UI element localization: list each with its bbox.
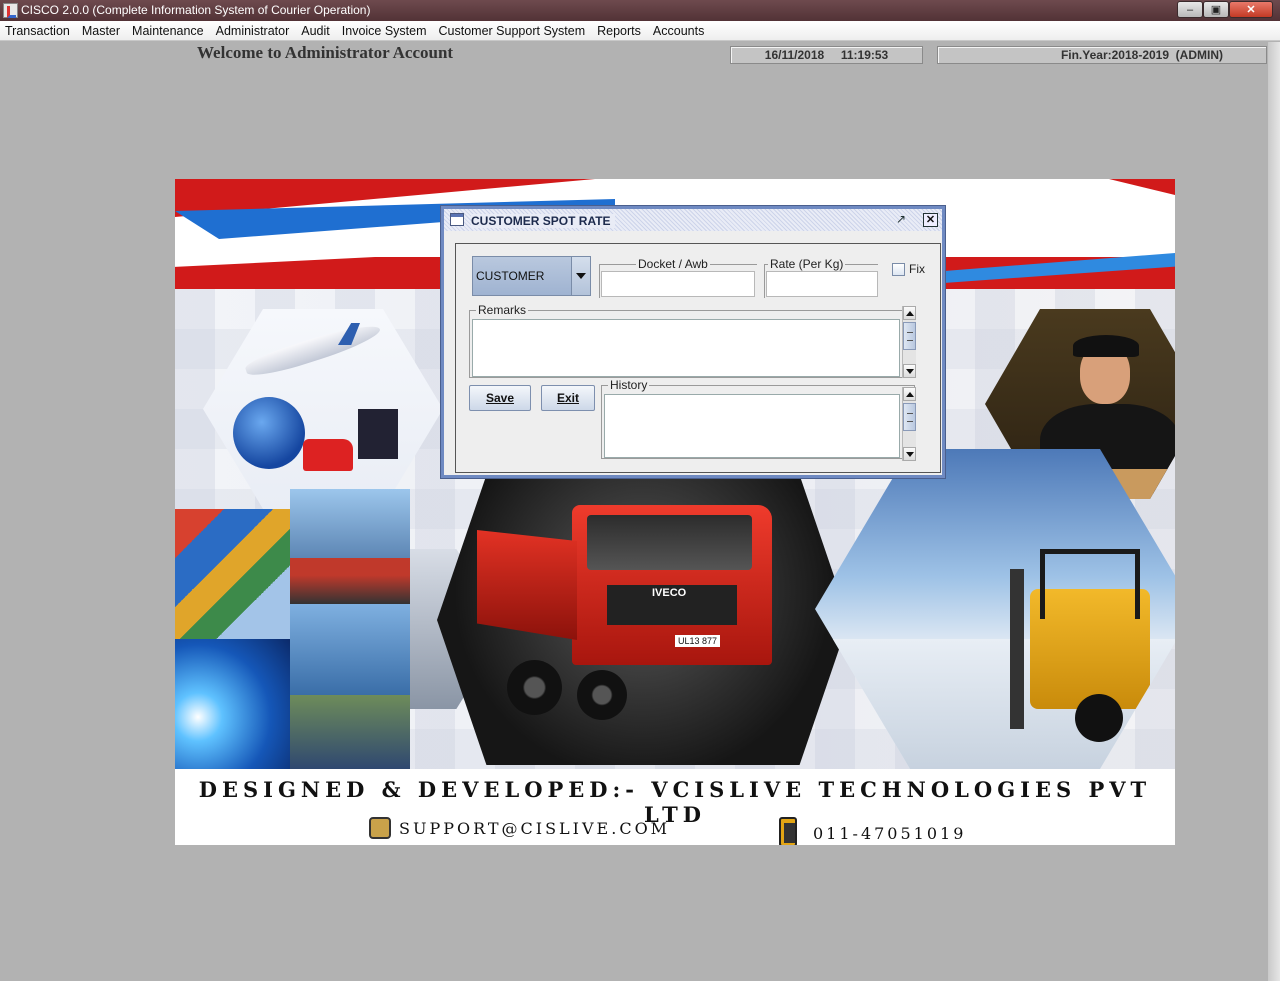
fix-checkbox-box[interactable] xyxy=(892,263,905,276)
history-group: History xyxy=(601,378,915,459)
remarks-textarea[interactable] xyxy=(472,319,900,377)
window-titlebar: CISCO 2.0.0 (Complete Information System… xyxy=(0,0,1280,21)
scroll-up-icon[interactable] xyxy=(903,306,916,320)
window-controls: – ▣ ✕ xyxy=(1177,1,1273,18)
truck-brand: IVECO xyxy=(652,587,687,599)
scroll-thumb[interactable] xyxy=(903,403,916,431)
developer-credit: DESIGNED & DEVELOPED:- VCISLIVE TECHNOLO… xyxy=(198,777,1152,827)
docket-awb-group: Docket / Awb xyxy=(599,257,757,298)
support-email: SUPPORT@CISLIVE.COM xyxy=(399,819,671,838)
truck-windshield xyxy=(587,515,752,570)
datetime-display: 16/11/2018 11:19:53 xyxy=(730,46,923,64)
rate-per-kg-input[interactable] xyxy=(766,271,878,297)
dialog-title: CUSTOMER SPOT RATE xyxy=(471,214,615,228)
docket-awb-label: Docket / Awb xyxy=(636,257,710,271)
restore-icon[interactable]: ↗ xyxy=(896,212,906,226)
fix-checkbox-label: Fix xyxy=(909,262,925,276)
van-shape xyxy=(303,439,353,471)
remarks-scrollbar[interactable] xyxy=(902,306,916,378)
menu-accounts[interactable]: Accounts xyxy=(647,21,710,41)
history-scrollbar[interactable] xyxy=(902,387,916,461)
remarks-group: Remarks xyxy=(469,303,915,378)
menu-administrator[interactable]: Administrator xyxy=(210,21,296,41)
remarks-label: Remarks xyxy=(476,303,529,317)
save-button[interactable]: Save xyxy=(469,385,531,411)
red-truck-hex: IVECO UL13 877 xyxy=(437,475,849,765)
frame-icon xyxy=(450,213,464,226)
support-email-row: SUPPORT@CISLIVE.COM xyxy=(369,817,670,839)
crane-ship xyxy=(290,489,410,604)
scroll-down-icon[interactable] xyxy=(903,364,916,378)
menu-transaction[interactable]: Transaction xyxy=(0,21,76,41)
close-icon: ✕ xyxy=(1246,4,1256,16)
save-button-label: Save xyxy=(485,391,515,405)
dialog-titlebar[interactable]: CUSTOMER SPOT RATE ↗ ✕ xyxy=(444,209,942,231)
customer-combo[interactable]: CUSTOMER xyxy=(472,256,591,296)
support-phone-row: 011-47051019 xyxy=(779,817,966,845)
phone-icon xyxy=(779,817,797,845)
maximize-icon: ▣ xyxy=(1210,4,1222,16)
rate-group: Rate (Per Kg) xyxy=(764,257,878,298)
dialog-close-button[interactable]: ✕ xyxy=(923,213,938,227)
welcome-heading: Welcome to Administrator Account xyxy=(197,43,454,62)
menu-customer-support-system[interactable]: Customer Support System xyxy=(433,21,592,41)
fix-checkbox[interactable]: Fix xyxy=(892,262,925,276)
menu-reports[interactable]: Reports xyxy=(591,21,647,41)
scroll-thumb[interactable] xyxy=(903,322,916,350)
minimize-icon: – xyxy=(1186,3,1194,16)
chevron-down-icon[interactable] xyxy=(571,257,590,295)
truck-plate: UL13 877 xyxy=(675,635,721,647)
truck-shape xyxy=(358,409,398,459)
menu-audit[interactable]: Audit xyxy=(295,21,336,41)
globe-shape xyxy=(233,397,305,469)
fin-year-display: Fin.Year:2018-2019 (ADMIN) xyxy=(937,46,1267,64)
container-yard xyxy=(175,509,290,639)
customer-spot-rate-dialog: CUSTOMER SPOT RATE ↗ ✕ CUSTOMER Docket /… xyxy=(441,206,945,478)
courier-cap xyxy=(1073,335,1139,357)
menu-invoice-system[interactable]: Invoice System xyxy=(336,21,433,41)
window-title: CISCO 2.0.0 (Complete Information System… xyxy=(21,3,371,17)
exit-button[interactable]: Exit xyxy=(541,385,595,411)
close-button[interactable]: ✕ xyxy=(1229,1,1273,18)
dialog-content-panel: CUSTOMER Docket / Awb Rate (Per Kg) Fix … xyxy=(455,243,941,473)
menubar: Transaction Master Maintenance Administr… xyxy=(0,21,1280,41)
docket-awb-input[interactable] xyxy=(601,271,755,297)
truck-wheel-rear xyxy=(577,670,627,720)
history-textarea[interactable] xyxy=(604,394,900,458)
forklift-cage xyxy=(1040,549,1140,619)
exit-button-label: Exit xyxy=(556,391,579,405)
chat-support-icon xyxy=(369,817,391,839)
history-label: History xyxy=(608,378,650,392)
menu-maintenance[interactable]: Maintenance xyxy=(126,21,210,41)
java-app-icon xyxy=(3,3,18,18)
customer-combo-value: CUSTOMER xyxy=(476,269,545,283)
desktop-right-edge xyxy=(1268,42,1280,981)
scroll-up-icon[interactable] xyxy=(903,387,916,401)
maximize-button[interactable]: ▣ xyxy=(1203,1,1229,18)
forklift-mast xyxy=(1010,569,1024,729)
truck-tipper xyxy=(477,530,577,640)
support-phone: 011-47051019 xyxy=(813,824,967,843)
network-light xyxy=(175,639,290,769)
menu-master[interactable]: Master xyxy=(76,21,126,41)
rate-per-kg-label: Rate (Per Kg) xyxy=(768,257,846,271)
truck-wheel-front xyxy=(507,660,562,715)
minimize-button[interactable]: – xyxy=(1177,1,1203,18)
airplane-shape xyxy=(243,317,383,383)
scroll-down-icon[interactable] xyxy=(903,447,916,461)
port-cranes xyxy=(290,604,410,769)
forklift-wheel xyxy=(1075,694,1123,742)
port-collage xyxy=(175,489,480,769)
